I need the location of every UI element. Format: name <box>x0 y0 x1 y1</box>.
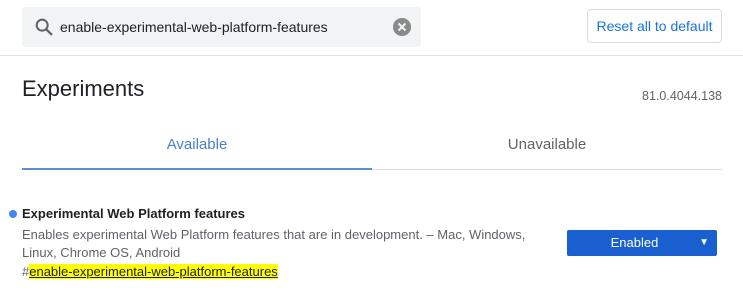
tab-unavailable[interactable]: Unavailable <box>372 122 722 170</box>
version-label: 81.0.4044.138 <box>642 89 722 103</box>
experiment-description: Enables experimental Web Platform featur… <box>22 227 526 260</box>
permalink-text[interactable]: enable-experimental-web-platform-feature… <box>29 264 278 279</box>
experiment-permalink[interactable]: #enable-experimental-web-platform-featur… <box>22 264 278 279</box>
chevron-down-icon: ▼ <box>699 237 709 248</box>
reset-all-button[interactable]: Reset all to default <box>587 9 722 43</box>
page-title: Experiments <box>22 76 145 101</box>
tab-bar: Available Unavailable <box>22 122 722 170</box>
status-dot-icon <box>9 210 17 218</box>
select-value: Enabled <box>610 235 659 250</box>
search-input[interactable]: enable-experimental-web-platform-feature… <box>60 19 328 35</box>
search-icon <box>35 18 53 36</box>
top-bar: enable-experimental-web-platform-feature… <box>0 0 743 56</box>
search-box[interactable]: enable-experimental-web-platform-feature… <box>22 7 421 47</box>
experiment-state-select[interactable]: Enabled ▼ <box>567 230 717 256</box>
tab-available[interactable]: Available <box>22 122 372 170</box>
experiment-title: Experimental Web Platform features <box>22 206 245 221</box>
clear-icon[interactable] <box>393 18 411 36</box>
experiment-item: Experimental Web Platform features Enabl… <box>0 200 743 300</box>
